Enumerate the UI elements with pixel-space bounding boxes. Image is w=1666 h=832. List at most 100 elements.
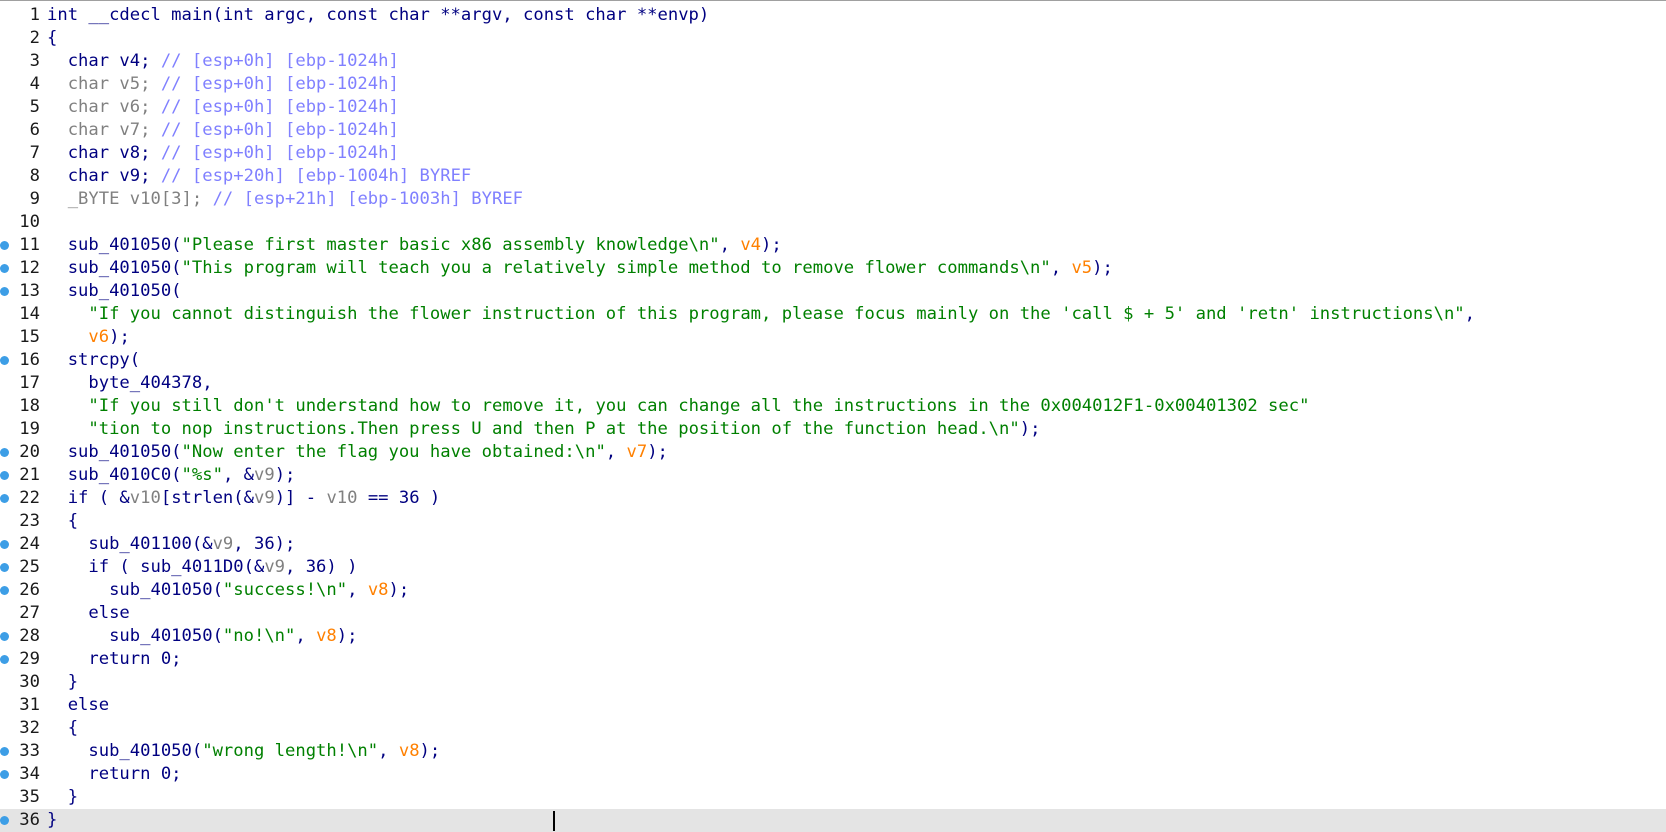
code-text[interactable]: } [47, 786, 78, 809]
code-line[interactable]: 35 } [0, 786, 1666, 809]
code-text[interactable]: char v8; // [esp+0h] [ebp-1024h] [47, 142, 399, 165]
code-text[interactable]: char v5; // [esp+0h] [ebp-1024h] [47, 73, 399, 96]
code-line[interactable]: 6 char v7; // [esp+0h] [ebp-1024h] [0, 119, 1666, 142]
code-text[interactable]: { [47, 717, 78, 740]
code-text[interactable]: _BYTE v10[3]; // [esp+21h] [ebp-1003h] B… [47, 188, 523, 211]
code-line[interactable]: 16 strcpy( [0, 349, 1666, 372]
code-line[interactable]: 26 sub_401050("success!\n", v8); [0, 579, 1666, 602]
code-text[interactable]: "If you cannot distinguish the flower in… [47, 303, 1475, 326]
code-token: v8 [398, 741, 420, 761]
code-line[interactable]: 18 "If you still don't understand how to… [0, 395, 1666, 418]
code-line[interactable]: 5 char v6; // [esp+0h] [ebp-1024h] [0, 96, 1666, 119]
code-line[interactable]: 11 sub_401050("Please first master basic… [0, 234, 1666, 257]
code-line[interactable]: 3 char v4; // [esp+0h] [ebp-1024h] [0, 50, 1666, 73]
code-line[interactable]: 13 sub_401050( [0, 280, 1666, 303]
line-number: 30 [19, 672, 40, 692]
code-line[interactable]: 33 sub_401050("wrong length!\n", v8); [0, 740, 1666, 763]
code-text[interactable]: v6); [47, 326, 129, 349]
code-token: , [1464, 304, 1476, 324]
line-number: 9 [29, 189, 40, 209]
code-token: v9 [212, 534, 234, 554]
code-line[interactable]: 32 { [0, 717, 1666, 740]
code-text[interactable]: } [47, 671, 78, 694]
code-line[interactable]: 1 int __cdecl main(int argc, const char *… [0, 4, 1666, 27]
code-text[interactable]: char v6; // [esp+0h] [ebp-1024h] [47, 96, 399, 119]
code-text[interactable]: if ( sub_4011D0(&v9, 36) ) [47, 556, 357, 579]
code-text[interactable]: char v7; // [esp+0h] [ebp-1024h] [47, 119, 399, 142]
code-text[interactable]: sub_401050("wrong length!\n", v8); [47, 740, 440, 763]
code-line[interactable]: 31 else [0, 694, 1666, 717]
code-text[interactable]: "tion to nop instructions.Then press U a… [47, 418, 1040, 441]
code-token: } [47, 810, 58, 830]
code-line[interactable]: 22 if ( &v10[strlen(&v9)] - v10 == 36 ) [0, 487, 1666, 510]
code-line[interactable]: 12 sub_401050("This program will teach y… [0, 257, 1666, 280]
code-text[interactable]: byte_404378, [47, 372, 212, 395]
code-token: "This program will teach you a relativel… [181, 258, 1051, 278]
code-token: v5 [1071, 258, 1093, 278]
line-number: 3 [29, 51, 40, 71]
line-number: 2 [29, 28, 40, 48]
code-token: // [esp+0h] [ebp-1024h] [160, 74, 399, 94]
code-text[interactable]: else [47, 602, 129, 625]
code-line[interactable]: 29 return 0; [0, 648, 1666, 671]
line-number: 16 [19, 350, 40, 370]
line-number: 26 [19, 580, 40, 600]
code-line[interactable]: 24 sub_401100(&v9, 36); [0, 533, 1666, 556]
code-line[interactable]: 30 } [0, 671, 1666, 694]
code-text[interactable]: sub_401050("Now enter the flag you have … [47, 441, 668, 464]
code-line[interactable]: 14 "If you cannot distinguish the flower… [0, 303, 1666, 326]
code-line[interactable]: 4 char v5; // [esp+0h] [ebp-1024h] [0, 73, 1666, 96]
code-text[interactable]: { [47, 27, 57, 50]
code-token: if ( sub_4011D0(& [47, 557, 265, 577]
code-text[interactable]: else [47, 694, 109, 717]
code-text[interactable]: sub_401050("no!\n", v8); [47, 625, 357, 648]
code-text[interactable]: char v4; // [esp+0h] [ebp-1024h] [47, 50, 399, 73]
code-text[interactable]: sub_401050("success!\n", v8); [47, 579, 409, 602]
code-line[interactable]: 25 if ( sub_4011D0(&v9, 36) ) [0, 556, 1666, 579]
text-caret [553, 811, 555, 831]
code-token: "If you still don't understand how to re… [88, 396, 1310, 416]
code-text[interactable]: sub_401100(&v9, 36); [47, 533, 295, 556]
line-number: 31 [19, 695, 40, 715]
code-line[interactable]: 9 _BYTE v10[3]; // [esp+21h] [ebp-1003h]… [0, 188, 1666, 211]
code-token: // [esp+20h] [ebp-1004h] BYREF [160, 166, 472, 186]
code-token: } [47, 672, 79, 692]
code-line[interactable]: 34 return 0; [0, 763, 1666, 786]
code-text[interactable]: strcpy( [47, 349, 140, 372]
code-line[interactable]: 36} [0, 809, 1666, 832]
code-line[interactable]: 21 sub_4010C0("%s", &v9); [0, 464, 1666, 487]
code-line[interactable]: 19 "tion to nop instructions.Then press … [0, 418, 1666, 441]
code-line[interactable]: 10 [0, 211, 1666, 234]
line-number: 27 [19, 603, 40, 623]
code-token: ); [761, 235, 782, 255]
code-token: "If you cannot distinguish the flower in… [88, 304, 1465, 324]
code-text[interactable]: "If you still don't understand how to re… [47, 395, 1309, 418]
code-line[interactable]: 17 byte_404378, [0, 372, 1666, 395]
code-text[interactable]: { [47, 510, 78, 533]
code-token: sub_401050( [47, 626, 223, 646]
code-line[interactable]: 15 v6); [0, 326, 1666, 349]
code-line[interactable]: 8 char v9; // [esp+20h] [ebp-1004h] BYRE… [0, 165, 1666, 188]
code-line[interactable]: 23 { [0, 510, 1666, 533]
code-line[interactable]: 7 char v8; // [esp+0h] [ebp-1024h] [0, 142, 1666, 165]
code-text[interactable]: sub_4010C0("%s", &v9); [47, 464, 296, 487]
pseudocode-view[interactable]: 1 int __cdecl main(int argc, const char *… [0, 0, 1666, 832]
code-text[interactable]: sub_401050( [47, 280, 182, 303]
code-text[interactable]: char v9; // [esp+20h] [ebp-1004h] BYREF [47, 165, 472, 188]
code-token: // [esp+0h] [ebp-1024h] [160, 120, 399, 140]
code-line[interactable]: 20 sub_401050("Now enter the flag you ha… [0, 441, 1666, 464]
code-text[interactable]: int __cdecl main(int argc, const char **… [47, 4, 709, 27]
code-text[interactable]: return 0; [47, 648, 181, 671]
code-token: v10 [326, 488, 358, 508]
code-text[interactable]: sub_401050("Please first master basic x8… [47, 234, 782, 257]
code-text[interactable]: if ( &v10[strlen(&v9)] - v10 == 36 ) [47, 487, 441, 510]
line-number: 36 [19, 810, 40, 830]
code-text[interactable]: return 0; [47, 763, 181, 786]
code-line[interactable]: 2{ [0, 27, 1666, 50]
code-line[interactable]: 28 sub_401050("no!\n", v8); [0, 625, 1666, 648]
line-number: 8 [29, 166, 40, 186]
code-text[interactable]: sub_401050("This program will teach you … [47, 257, 1113, 280]
code-text[interactable]: } [47, 809, 57, 832]
code-line[interactable]: 27 else [0, 602, 1666, 625]
